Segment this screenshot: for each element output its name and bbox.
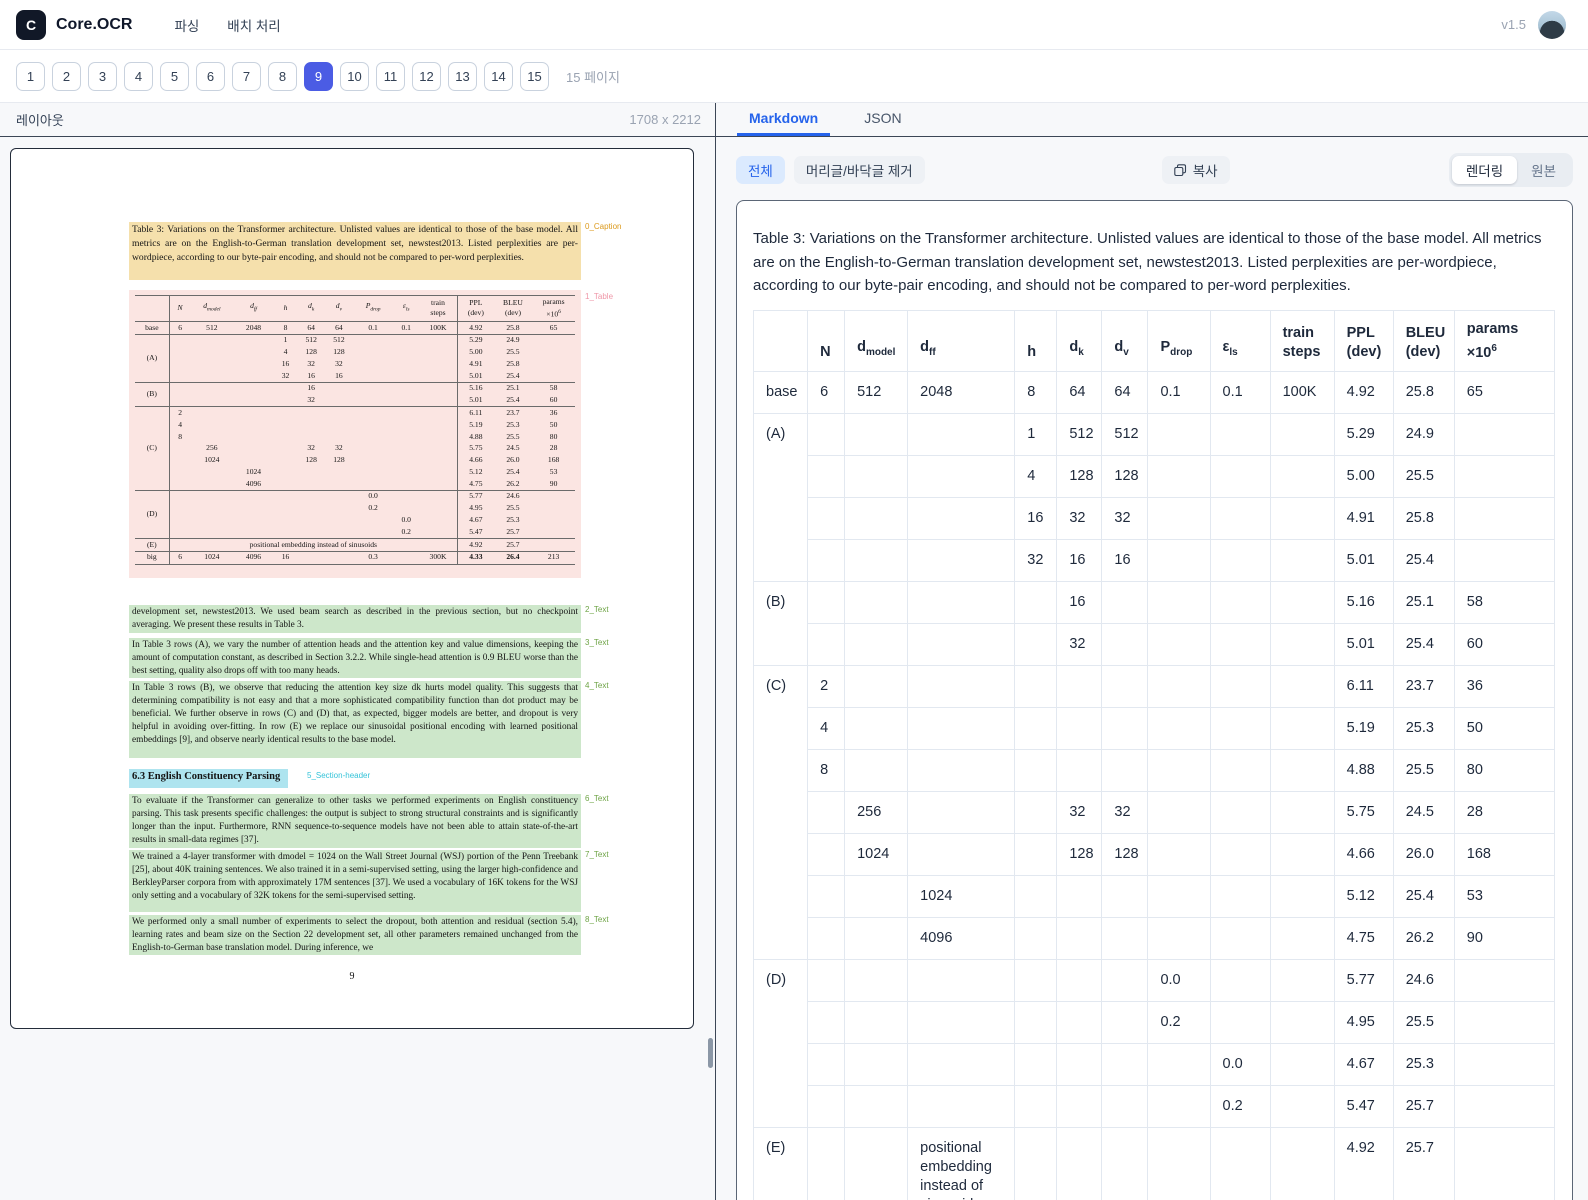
layout-panel: 레이아웃 1708 x 2212 Table 3: Variations on … (0, 103, 716, 1200)
region-label-text-7: 7_Text (585, 850, 609, 859)
tab-markdown[interactable]: Markdown (737, 103, 830, 136)
page-button-3[interactable]: 3 (88, 62, 117, 91)
region-text-6[interactable]: To evaluate if the Transformer can gener… (129, 794, 581, 848)
document-preview: Table 3: Variations on the Transformer a… (10, 148, 694, 1029)
region-label-text-3: 3_Text (585, 638, 609, 647)
page-total-label: 15 페이지 (566, 67, 620, 86)
copy-icon (1174, 164, 1187, 177)
region-text-7[interactable]: We trained a 4-layer transformer with dm… (129, 850, 581, 912)
page-button-1[interactable]: 1 (16, 62, 45, 91)
nav-item-batch[interactable]: 배치 처리 (227, 15, 280, 35)
view-source-button[interactable]: 원본 (1517, 156, 1570, 184)
page-button-8[interactable]: 8 (268, 62, 297, 91)
result-panel: Markdown JSON 전체 머리글/바닥글 제거 복사 렌더링 원본 (716, 103, 1588, 1200)
copy-button[interactable]: 복사 (1162, 156, 1230, 184)
document-page-number: 9 (11, 971, 693, 982)
page-button-13[interactable]: 13 (448, 62, 477, 91)
region-label-section-header: 5_Section-header (307, 771, 370, 780)
nav-item-parsing[interactable]: 파싱 (174, 15, 199, 35)
region-label-text-8: 8_Text (585, 915, 609, 924)
app-logo: C (16, 10, 46, 40)
app-header: C Core.OCR 파싱 배치 처리 v1.5 (0, 0, 1588, 50)
left-scrollbar-thumb[interactable] (708, 1038, 713, 1068)
copy-label: 복사 (1193, 160, 1218, 180)
view-mode-switch: 렌더링 원본 (1449, 153, 1573, 187)
region-label-text-4: 4_Text (585, 681, 609, 690)
result-tabs: Markdown JSON (716, 103, 1588, 137)
view-rendered-button[interactable]: 렌더링 (1452, 156, 1517, 184)
remove-header-footer-button[interactable]: 머리글/바닥글 제거 (794, 156, 925, 184)
page-button-6[interactable]: 6 (196, 62, 225, 91)
filter-all-button[interactable]: 전체 (736, 156, 785, 184)
page-button-12[interactable]: 12 (412, 62, 441, 91)
layout-title: 레이아웃 (16, 110, 64, 129)
page-button-7[interactable]: 7 (232, 62, 261, 91)
page-button-5[interactable]: 5 (160, 62, 189, 91)
page-button-15[interactable]: 15 (520, 62, 549, 91)
region-section-header[interactable]: 6.3 English Constituency Parsing (129, 769, 288, 788)
region-label-text-6: 6_Text (585, 794, 609, 803)
app-title: Core.OCR (56, 16, 132, 34)
region-text-2[interactable]: development set, newstest2013. We used b… (129, 605, 581, 633)
region-text-4[interactable]: In Table 3 rows (B), we observe that red… (129, 681, 581, 758)
region-table[interactable]: NdmodeldffhdkdvPdropεlstrainstepsPPL(dev… (129, 290, 581, 578)
layout-panel-header: 레이아웃 1708 x 2212 (0, 103, 715, 137)
page-button-9[interactable]: 9 (304, 62, 333, 91)
region-label-text-2: 2_Text (585, 605, 609, 614)
main-nav: 파싱 배치 처리 (174, 15, 280, 35)
page-button-11[interactable]: 11 (376, 62, 405, 91)
preview-table: NdmodeldffhdkdvPdropεlstrainstepsPPL(dev… (135, 295, 575, 565)
page-button-4[interactable]: 4 (124, 62, 153, 91)
page-button-10[interactable]: 10 (340, 62, 369, 91)
tab-json[interactable]: JSON (852, 103, 913, 136)
region-caption[interactable]: Table 3: Variations on the Transformer a… (129, 222, 581, 280)
pagination: 123456789101112131415 (16, 62, 549, 91)
page-button-2[interactable]: 2 (52, 62, 81, 91)
rendered-table: NdmodeldffhdkdvPdropεlstrainstepsPPL(dev… (753, 310, 1555, 1200)
page-button-14[interactable]: 14 (484, 62, 513, 91)
user-avatar[interactable] (1538, 11, 1566, 39)
region-text-3[interactable]: In Table 3 rows (A), we vary the number … (129, 638, 581, 678)
pagination-bar: 123456789101112131415 15 페이지 (0, 50, 1588, 103)
result-toolbar: 전체 머리글/바닥글 제거 복사 렌더링 원본 (736, 153, 1573, 187)
markdown-render-card: Table 3: Variations on the Transformer a… (736, 200, 1573, 1200)
region-label-table: 1_Table (585, 292, 613, 301)
result-body: 전체 머리글/바닥글 제거 복사 렌더링 원본 Table 3: Variati… (716, 137, 1588, 1200)
region-text-8[interactable]: We performed only a small number of expe… (129, 915, 581, 955)
page-dimensions: 1708 x 2212 (629, 112, 701, 127)
version-label: v1.5 (1501, 17, 1526, 32)
region-label-caption: 0_Caption (585, 222, 621, 231)
rendered-caption: Table 3: Variations on the Transformer a… (753, 227, 1556, 298)
